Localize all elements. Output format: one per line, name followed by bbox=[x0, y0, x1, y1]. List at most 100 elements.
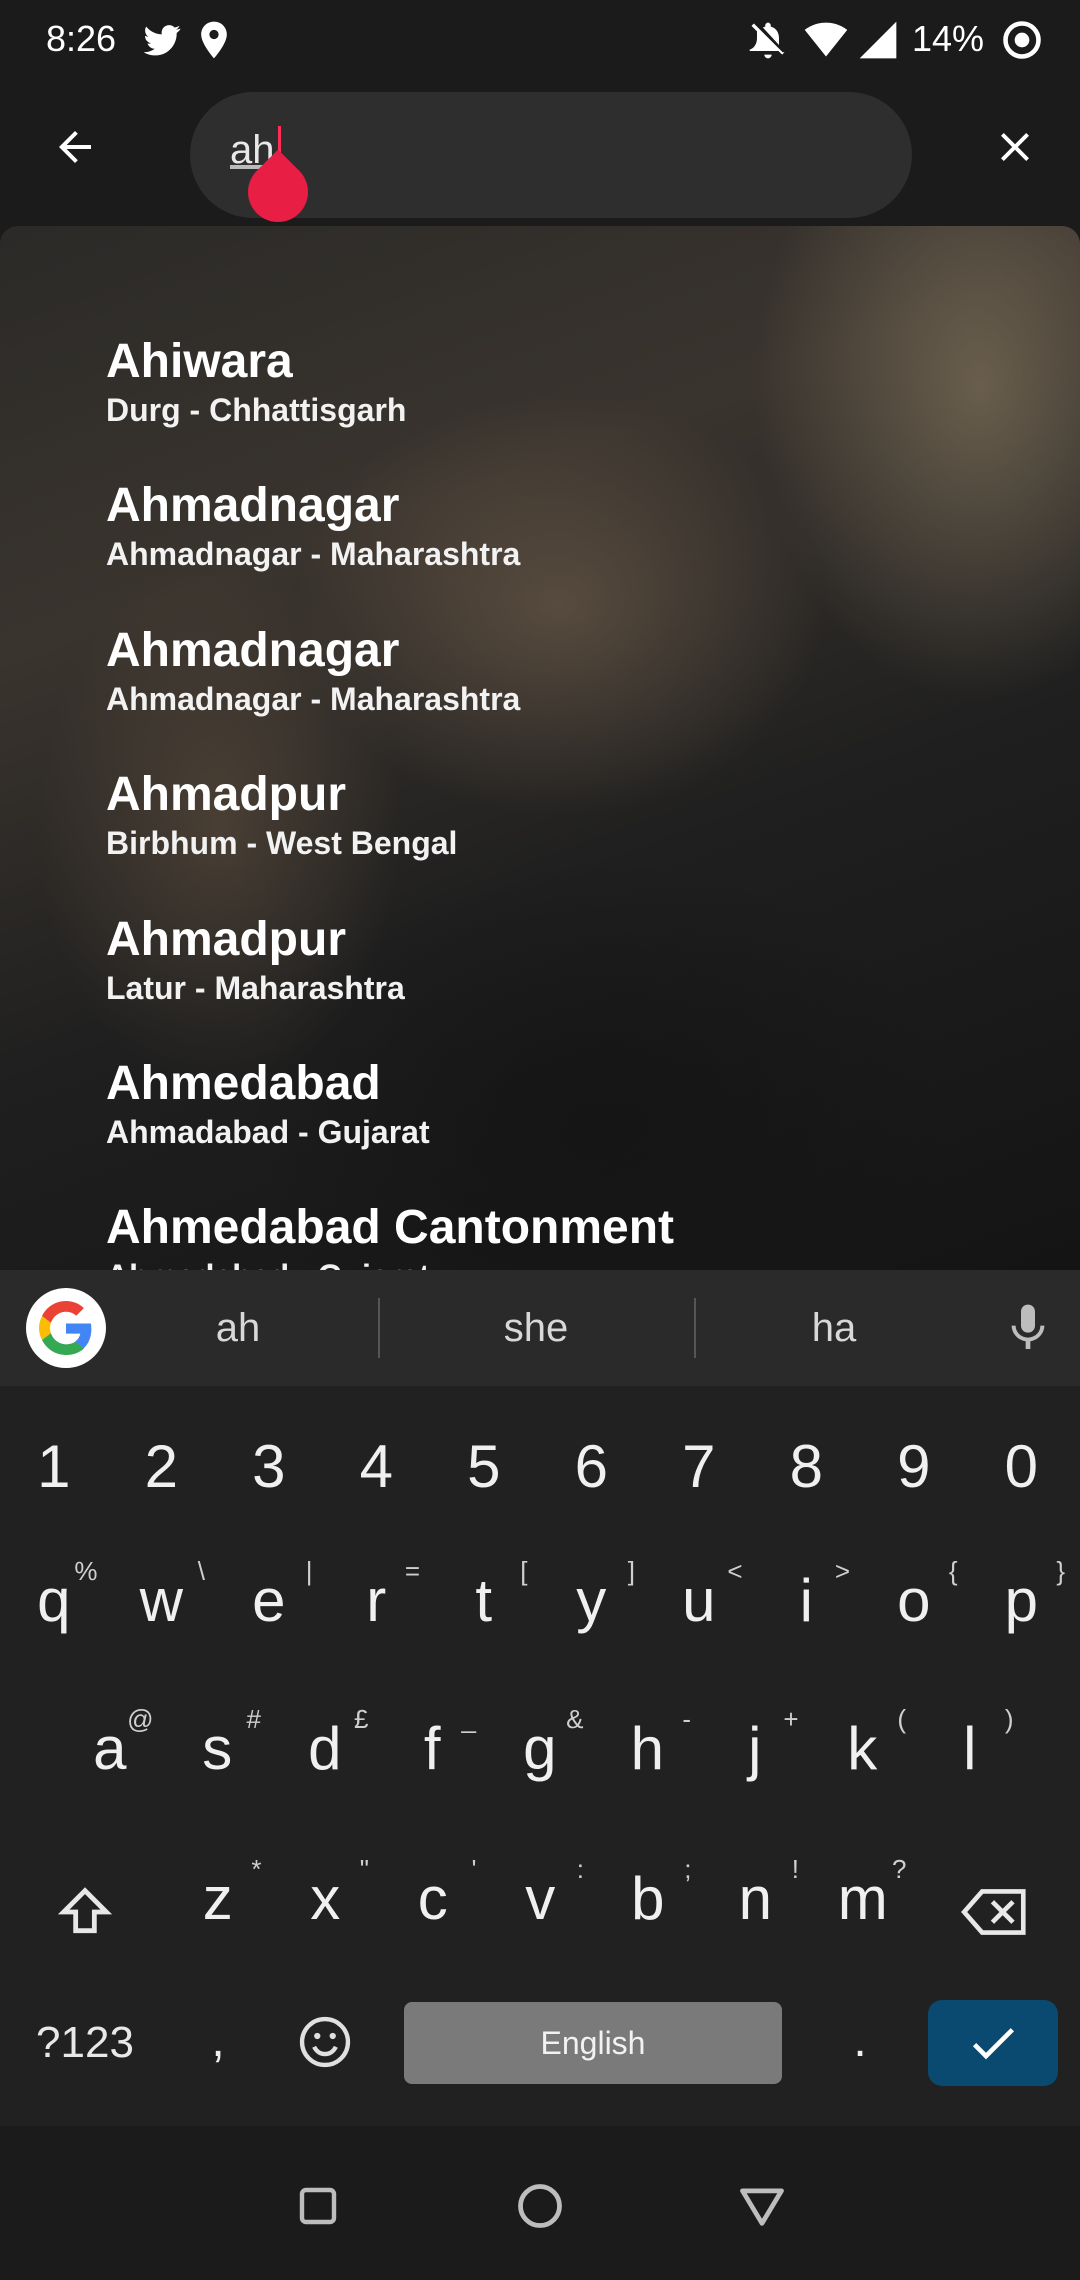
result-item[interactable]: Ahmadnagar Ahmadnagar - Maharashtra bbox=[106, 478, 1006, 574]
letter-key-c[interactable]: c ' bbox=[379, 1838, 487, 1958]
key-label: x bbox=[310, 1864, 341, 1932]
key-hint: { bbox=[948, 1556, 958, 1586]
suggestion-2[interactable]: she bbox=[436, 1306, 636, 1351]
key-hint: [ bbox=[520, 1556, 528, 1586]
letter-key-o[interactable]: o{ bbox=[860, 1540, 968, 1660]
search-input[interactable]: ah bbox=[190, 92, 912, 235]
number-key-5[interactable]: 5 bbox=[430, 1406, 538, 1526]
key-hint: + bbox=[783, 1704, 799, 1734]
result-item[interactable]: Ahiwara Durg - Chhattisgarh bbox=[106, 334, 1006, 430]
back-button[interactable] bbox=[40, 112, 110, 182]
back-nav-button[interactable] bbox=[722, 2166, 802, 2246]
number-key-1[interactable]: 1 bbox=[0, 1406, 108, 1526]
number-key-4[interactable]: 4 bbox=[323, 1406, 431, 1526]
letter-key-b[interactable]: b; bbox=[594, 1838, 702, 1958]
done-key[interactable] bbox=[928, 2000, 1058, 2086]
result-item[interactable]: Ahmedabad Cantonment Ahmadabad - Gujarat bbox=[106, 1200, 1006, 1270]
letter-key-y[interactable]: y] bbox=[538, 1540, 646, 1660]
letter-key-i[interactable]: i > bbox=[753, 1540, 861, 1660]
status-bar: 8:26 14% bbox=[0, 0, 1080, 80]
shift-key[interactable] bbox=[20, 1852, 150, 1972]
result-item[interactable]: Ahmadnagar Ahmadnagar - Maharashtra bbox=[106, 623, 1006, 719]
letter-key-f[interactable]: f _ bbox=[379, 1688, 487, 1808]
google-icon[interactable] bbox=[26, 1288, 106, 1368]
comma-key[interactable]: , bbox=[178, 1980, 258, 2100]
letter-key-j[interactable]: j + bbox=[701, 1688, 809, 1808]
letter-key-l[interactable]: l) bbox=[916, 1688, 1024, 1808]
key-hint: ) bbox=[1004, 1704, 1014, 1734]
number-key-3[interactable]: 3 bbox=[215, 1406, 323, 1526]
number-key-8[interactable]: 8 bbox=[753, 1406, 861, 1526]
number-key-6[interactable]: 6 bbox=[538, 1406, 646, 1526]
suggestion-3[interactable]: ha bbox=[734, 1306, 934, 1351]
letter-key-q[interactable]: q% bbox=[0, 1540, 108, 1660]
suggestion-1[interactable]: ah bbox=[138, 1306, 338, 1351]
result-title: Ahmadnagar bbox=[106, 624, 400, 677]
emoji-key[interactable] bbox=[280, 1982, 370, 2102]
battery-saver-icon bbox=[1003, 21, 1041, 59]
backspace-icon bbox=[961, 1889, 1026, 1935]
number-key-2[interactable]: 2 bbox=[108, 1406, 216, 1526]
letter-key-z[interactable]: z * bbox=[164, 1838, 272, 1958]
letter-key-k[interactable]: k( bbox=[809, 1688, 917, 1808]
letter-key-u[interactable]: u < bbox=[645, 1540, 753, 1660]
key-hint: > bbox=[834, 1556, 850, 1586]
key-label: 2 bbox=[144, 1432, 178, 1500]
status-time: 8:26 bbox=[46, 18, 117, 59]
letter-key-m[interactable]: m? bbox=[809, 1838, 917, 1958]
symbols-key[interactable]: ?123 bbox=[20, 2000, 150, 2086]
circle-home-icon bbox=[518, 2184, 562, 2228]
result-item[interactable]: Ahmadpur Birbhum - West Bengal bbox=[106, 767, 1006, 863]
square-recents-icon bbox=[299, 2187, 337, 2225]
letter-key-e[interactable]: e | bbox=[215, 1540, 323, 1660]
letter-key-t[interactable]: t[ bbox=[430, 1540, 538, 1660]
key-hint: - bbox=[682, 1704, 691, 1734]
backspace-key[interactable] bbox=[930, 1852, 1060, 1972]
key-hint: ] bbox=[627, 1556, 635, 1586]
letter-key-d[interactable]: d £ bbox=[271, 1688, 379, 1808]
letter-key-a[interactable]: a @ bbox=[56, 1688, 164, 1808]
key-hint: } bbox=[1056, 1556, 1065, 1586]
result-subtitle: Ahmadabad - Gujarat bbox=[106, 1114, 430, 1150]
result-subtitle: Ahmadabad - Gujarat bbox=[106, 1256, 1006, 1270]
space-bar[interactable]: English bbox=[404, 2002, 782, 2084]
key-label: u bbox=[682, 1566, 716, 1634]
number-key-9[interactable]: 9 bbox=[860, 1406, 968, 1526]
key-label: g bbox=[523, 1714, 557, 1782]
home-button[interactable] bbox=[500, 2166, 580, 2246]
letter-key-x[interactable]: x " bbox=[272, 1838, 380, 1958]
key-label: r bbox=[366, 1566, 387, 1634]
letter-key-h[interactable]: h- bbox=[594, 1688, 702, 1808]
result-title: Ahmedabad Cantonment bbox=[106, 1201, 675, 1254]
letter-key-s[interactable]: s # bbox=[164, 1688, 272, 1808]
clear-search-button[interactable] bbox=[980, 112, 1050, 182]
result-item[interactable]: Ahmedabad Ahmadabad - Gujarat bbox=[106, 1056, 1006, 1152]
letter-key-v[interactable]: v: bbox=[487, 1838, 595, 1958]
letter-key-n[interactable]: n! bbox=[702, 1838, 810, 1958]
twitter-icon bbox=[143, 25, 181, 56]
number-key-7[interactable]: 7 bbox=[645, 1406, 753, 1526]
result-item[interactable]: Ahmadpur Latur - Maharashtra bbox=[106, 912, 1006, 1008]
number-key-0[interactable]: 0 bbox=[968, 1406, 1076, 1526]
triangle-back-icon bbox=[740, 2188, 784, 2226]
microphone-icon[interactable] bbox=[1000, 1298, 1056, 1358]
key-label: o bbox=[897, 1566, 931, 1634]
key-hint: ( bbox=[897, 1704, 906, 1734]
recents-button[interactable] bbox=[278, 2166, 358, 2246]
key-label: 9 bbox=[897, 1432, 931, 1500]
key-hint: = bbox=[404, 1556, 420, 1586]
key-label: n bbox=[738, 1864, 772, 1932]
google-g-icon bbox=[39, 1301, 92, 1355]
letter-key-w[interactable]: w \ bbox=[108, 1540, 216, 1660]
result-title: Ahmadnagar bbox=[106, 479, 400, 532]
letter-key-p[interactable]: p} bbox=[968, 1540, 1076, 1660]
letter-key-g[interactable]: g & bbox=[486, 1688, 594, 1808]
key-label: e bbox=[252, 1566, 286, 1634]
result-subtitle: Durg - Chhattisgarh bbox=[106, 392, 407, 428]
key-label: q bbox=[37, 1566, 71, 1634]
key-hint: # bbox=[246, 1704, 261, 1734]
period-key[interactable]: . bbox=[820, 1980, 900, 2100]
letter-key-r[interactable]: r = bbox=[323, 1540, 431, 1660]
result-title: Ahmadpur bbox=[106, 913, 346, 966]
result-title: Ahmedabad bbox=[106, 1057, 381, 1110]
